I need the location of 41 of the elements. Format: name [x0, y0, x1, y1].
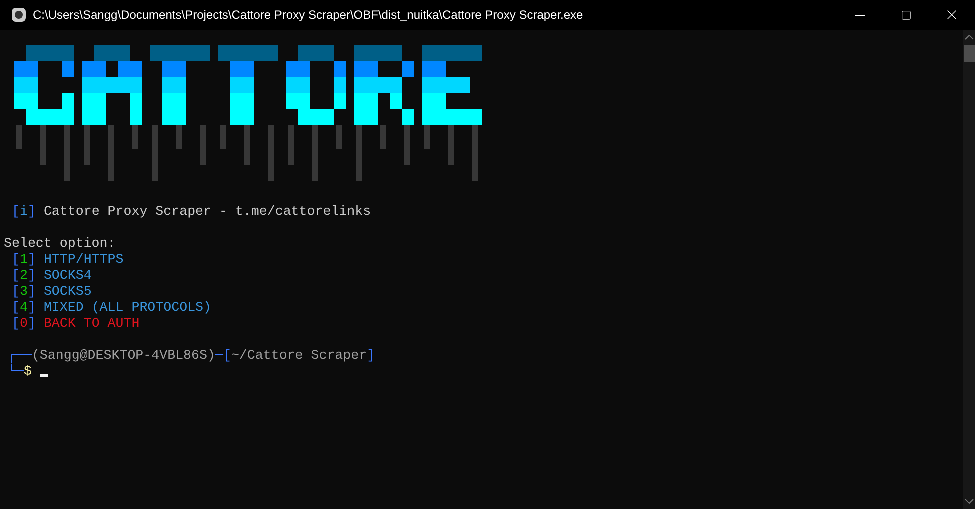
option-key: 3 — [20, 284, 28, 299]
prompt-frame: ─[ — [215, 348, 232, 363]
option-bracket: [ — [12, 284, 20, 299]
option-bracket: ] — [28, 284, 36, 299]
option-label: SOCKS4 — [44, 268, 92, 283]
scroll-down-icon[interactable] — [964, 499, 974, 504]
info-bracket: ] — [28, 204, 36, 219]
window-title: C:\Users\Sangg\Documents\Projects\Cattore Proxy Scraper\OBF\dist_nuitka\Cattore Proxy Scraper.exe — [33, 7, 584, 24]
option-label: SOCKS5 — [44, 284, 92, 299]
option-bracket: ] — [28, 316, 36, 331]
info-text: Cattore Proxy Scraper - t.me/cattorelinks — [44, 204, 372, 219]
option-bracket: ] — [28, 300, 36, 315]
option-key: 1 — [20, 252, 28, 267]
option-bracket: ] — [28, 268, 36, 283]
prompt-frame: ┌── — [8, 348, 32, 363]
maximize-icon — [900, 10, 912, 20]
text-cursor — [40, 374, 48, 376]
scrollbar[interactable] — [963, 30, 975, 509]
prompt-frame: ] — [367, 348, 376, 363]
prompt-host: (Sangg@DESKTOP-4VBL86S) — [32, 348, 216, 363]
prompt-frame: └─ — [8, 364, 24, 380]
option-key: 4 — [20, 300, 28, 315]
option-bracket: [ — [12, 300, 20, 315]
option-bracket: [ — [12, 316, 20, 331]
info-bracket: [ — [12, 204, 20, 219]
option-bracket: [ — [12, 268, 20, 283]
option-bracket: [ — [12, 252, 20, 267]
menu-title: Select option: — [4, 236, 116, 251]
info-key: i — [20, 204, 28, 219]
scroll-up-icon[interactable] — [964, 35, 974, 40]
option-bracket: ] — [28, 252, 36, 267]
option-key: 2 — [20, 268, 28, 283]
prompt-symbol: $ — [24, 364, 32, 380]
minimize-icon — [855, 14, 865, 16]
option-key: 0 — [20, 316, 28, 331]
option-label: MIXED (ALL PROTOCOLS) — [44, 300, 212, 315]
option-label: BACK TO AUTH — [44, 316, 140, 331]
scrollbar-thumb[interactable] — [964, 45, 974, 62]
app-icon — [12, 8, 26, 22]
prompt-path: ~/Cattore Scraper — [231, 348, 368, 363]
option-label: HTTP/HTTPS — [44, 252, 124, 267]
